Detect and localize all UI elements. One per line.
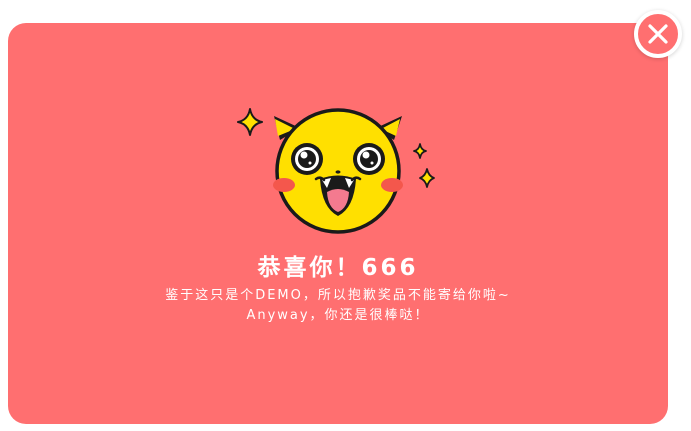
close-icon [648,24,668,44]
sparkle-small-icon [413,143,427,159]
mascot-illustration [232,104,442,234]
pikachu-face-icon [237,108,435,234]
message-line-2: Anyway，你还是很棒哒！ [246,308,430,323]
message-line-1: 鉴于这只是个DEMO，所以抱歉奖品不能寄给你啦~ [165,288,511,303]
sparkle-large-icon [237,108,263,136]
congratulations-title: 恭喜你！666 [257,255,419,281]
close-button[interactable] [634,10,682,58]
dialog-stage: 恭喜你！666 鉴于这只是个DEMO，所以抱歉奖品不能寄给你啦~ Anyway，… [0,0,691,431]
sparkle-medium-icon [419,168,435,188]
